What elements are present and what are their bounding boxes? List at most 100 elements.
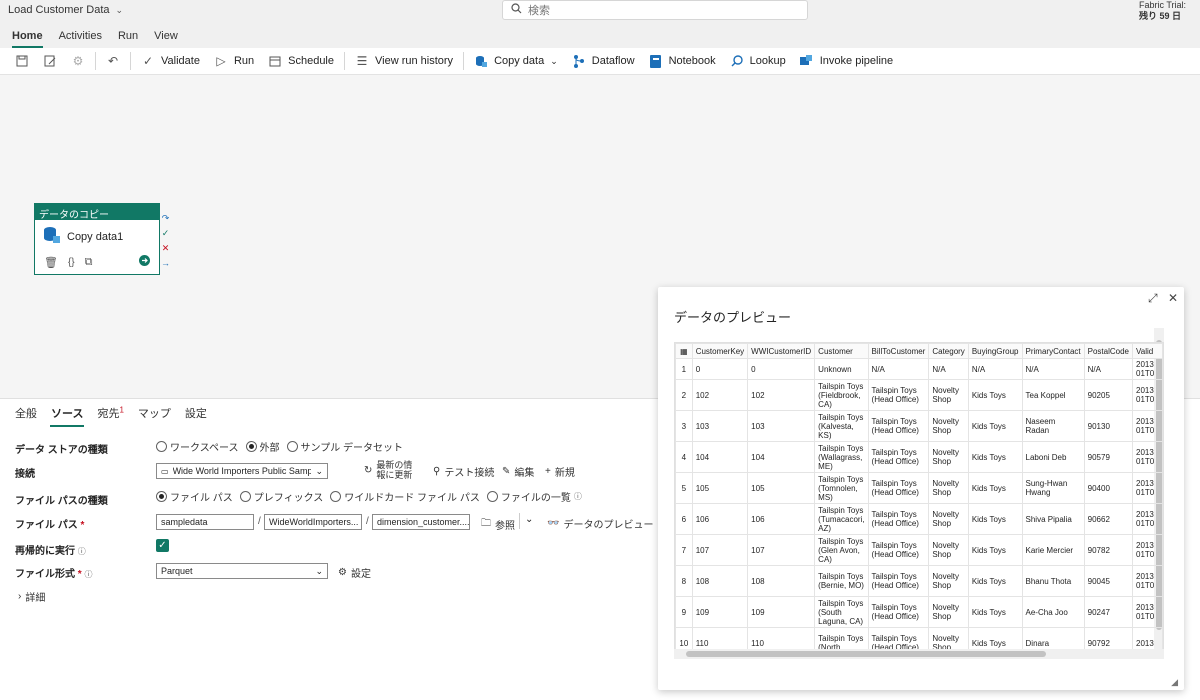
undo-button[interactable]: ↶ <box>99 48 127 75</box>
close-icon[interactable]: ✕ <box>1168 291 1178 305</box>
preview-data-button[interactable]: 👓 データのプレビュー <box>547 516 653 531</box>
tab-home[interactable]: Home <box>4 26 51 48</box>
tab-run[interactable]: Run <box>110 26 146 48</box>
preview-data-label: データのプレビュー <box>563 520 654 531</box>
trial-status[interactable]: Fabric Trial: 残り 59 日 <box>1139 0 1186 22</box>
table-cell: 2013 01T0 <box>1132 379 1163 411</box>
edit-connection-button[interactable]: ✎ 編集 <box>502 464 534 479</box>
radio-file-path[interactable]: ファイル パス <box>156 489 233 504</box>
app-title-dropdown[interactable]: Load Customer Data ⌄ <box>8 4 123 16</box>
settings-button[interactable]: ⚙ <box>64 48 92 75</box>
radio-external[interactable]: 外部 <box>245 439 280 454</box>
column-header[interactable]: Customer <box>814 343 869 359</box>
invoke-pipeline-button[interactable]: Invoke pipeline <box>793 48 900 75</box>
calendar-icon <box>268 54 282 68</box>
column-header[interactable]: CustomerKey <box>691 343 749 359</box>
view-run-history-button[interactable]: ☰ View run history <box>348 48 460 75</box>
tab-settings[interactable]: 設定 <box>178 405 214 427</box>
copy-data-activity[interactable]: データのコピー Copy data1 🗑 {} ⧉ <box>34 203 160 275</box>
format-settings-button[interactable]: ⚙ 設定 <box>338 565 371 580</box>
column-header[interactable]: WWICustomerID <box>747 343 816 359</box>
file-path-directory-input[interactable]: WideWorldImporters... <box>264 514 362 530</box>
radio-prefix[interactable]: プレフィックス <box>239 489 323 504</box>
completion-connector-icon[interactable]: → <box>161 257 170 269</box>
save-as-button[interactable] <box>36 48 64 75</box>
radio-wildcard[interactable]: ワイルドカード ファイル パス <box>330 489 480 504</box>
table-cell: Tailspin Toys (South Laguna, CA) <box>814 596 869 628</box>
arrow-right-circle-icon[interactable] <box>139 255 150 269</box>
table-row: 2 102 102 Tailspin Toys (Fieldbrook, CA) Tai… <box>675 379 1163 411</box>
save-button[interactable] <box>8 48 36 75</box>
file-path-type-label: ファイル パスの種類 <box>15 496 108 507</box>
horizontal-scrollbar[interactable] <box>674 649 1164 659</box>
table-cell: 90045 <box>1083 565 1134 597</box>
search-input[interactable]: 検索 <box>502 0 808 20</box>
browse-button[interactable]: 🗀 参照 <box>481 516 515 533</box>
expand-icon[interactable]: ⤢ <box>1148 291 1158 306</box>
chevron-down-icon: ⌄ <box>315 566 323 576</box>
resize-handle-icon[interactable]: ◢ <box>1171 677 1178 688</box>
copy-data-button[interactable]: Copy data ⌄ <box>467 48 565 75</box>
lookup-label: Lookup <box>749 55 786 67</box>
tab-general[interactable]: 全般 <box>8 405 44 427</box>
column-header[interactable]: Valid <box>1132 343 1163 359</box>
copy-icon[interactable]: ⧉ <box>85 256 93 269</box>
schedule-button[interactable]: Schedule <box>261 48 341 75</box>
tab-mapping[interactable]: マップ <box>131 405 178 427</box>
store-type-radio-group: ワークスペース 外部 サンプル データセット <box>156 436 410 456</box>
table-cell: 90130 <box>1083 410 1134 442</box>
view-run-history-label: View run history <box>375 55 454 67</box>
tab-activities[interactable]: Activities <box>51 26 110 48</box>
table-cell: Novelty Shop <box>928 379 969 411</box>
column-header[interactable]: Category <box>928 343 969 359</box>
table-cell: Tailspin Toys (Tomnolen, MS) <box>814 472 869 504</box>
radio-workspace[interactable]: ワークスペース <box>156 439 239 454</box>
table-cell: Novelty Shop <box>928 534 969 566</box>
title-bar: Load Customer Data ⌄ 検索 Fabric Trial: 残り… <box>0 0 1200 26</box>
tab-source[interactable]: ソース <box>44 405 90 427</box>
table-cell: 109 <box>747 596 816 628</box>
skip-connector-icon[interactable]: ↷ <box>161 212 170 224</box>
file-path-filename-input[interactable]: dimension_customer.... <box>372 514 470 530</box>
validate-button[interactable]: ✓ Validate <box>134 48 207 75</box>
tab-view[interactable]: View <box>146 26 186 48</box>
run-button[interactable]: ▷ Run <box>207 48 261 75</box>
lookup-button[interactable]: Lookup <box>723 48 793 75</box>
code-icon[interactable]: {} <box>68 257 75 268</box>
test-connection-button[interactable]: ⚲ テスト接続 <box>433 464 494 479</box>
connection-dropdown[interactable]: ▭ Wide World Importers Public Sample ⌄ <box>156 463 328 479</box>
success-connector-icon[interactable]: ✓ <box>161 227 170 239</box>
chevron-down-icon[interactable]: ⌄ <box>525 514 533 525</box>
new-connection-button[interactable]: + 新規 <box>545 464 575 479</box>
radio-file-list[interactable]: ファイルの一覧 ⓘ <box>486 489 582 504</box>
gear-icon: ⚙ <box>72 54 84 68</box>
toolbar-separator <box>463 52 465 70</box>
table-cell: 104 <box>691 441 749 473</box>
chevron-down-icon: ⌄ <box>550 55 558 66</box>
column-header[interactable]: PrimaryContact <box>1021 343 1085 359</box>
table-cell: 2013 01T0 <box>1132 358 1163 380</box>
scroll-thumb[interactable] <box>686 651 1046 657</box>
recursive-checkbox[interactable]: ✓ <box>156 539 169 552</box>
dataflow-button[interactable]: Dataflow <box>565 48 642 75</box>
save-icon <box>15 54 29 68</box>
tab-destination[interactable]: 宛先1 <box>90 405 130 427</box>
column-header[interactable]: PostalCode <box>1083 343 1134 359</box>
refresh-button[interactable]: ↻ 最新の情 報に更新 <box>364 460 412 480</box>
radio-sample-dataset[interactable]: サンプル データセット <box>286 439 403 454</box>
table-cell: 90247 <box>1083 596 1134 628</box>
chevron-down-icon: ⌄ <box>315 465 323 476</box>
failure-connector-icon[interactable]: ✕ <box>161 242 170 254</box>
file-path-container-input[interactable]: sampledata <box>156 514 254 530</box>
row-number: 6 <box>675 503 693 535</box>
table-cell: 105 <box>747 472 816 504</box>
preview-grid: ▦ CustomerKey WWICustomerID Customer BillTo… <box>674 342 1164 650</box>
file-format-dropdown[interactable]: Parquet ⌄ <box>156 563 328 579</box>
delete-icon[interactable]: 🗑 <box>44 256 58 269</box>
notebook-button[interactable]: Notebook <box>642 48 723 75</box>
column-header[interactable]: BillToCustomer <box>867 343 930 359</box>
column-header[interactable]: BuyingGroup <box>967 343 1023 359</box>
table-cell: 106 <box>747 503 816 535</box>
row-number: 10 <box>675 627 693 649</box>
advanced-toggle[interactable]: › 詳細 <box>18 589 45 604</box>
